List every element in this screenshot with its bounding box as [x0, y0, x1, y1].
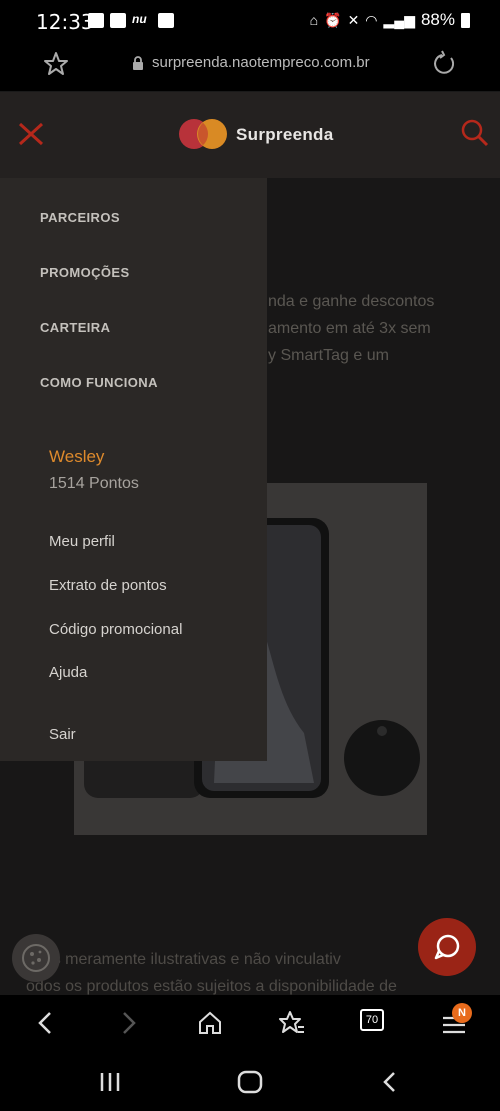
back-icon[interactable] — [32, 1009, 60, 1037]
user-name: Wesley — [49, 447, 105, 466]
back-nav-icon[interactable] — [380, 1071, 400, 1093]
nav-parceiros[interactable]: PARCEIROS — [40, 210, 120, 225]
logout-link[interactable]: Sair — [49, 726, 76, 743]
search-icon[interactable] — [460, 118, 490, 148]
brand-name: Surpreenda — [236, 125, 334, 144]
brand-logo[interactable] — [178, 118, 228, 150]
home-icon[interactable] — [196, 1009, 224, 1037]
bookmarks-icon[interactable] — [278, 1009, 306, 1037]
description-line: y SmartTag e um — [268, 347, 389, 364]
forward-icon[interactable] — [114, 1009, 142, 1037]
status-bar: 12:33 nu ⌂ ⏰ ✕ ◠ ▂▄▆ 88% — [0, 0, 500, 42]
home-nav-icon[interactable] — [237, 1070, 263, 1094]
alarm-icon: ⏰ — [324, 11, 342, 28]
system-status: ⌂ ⏰ ✕ ◠ ▂▄▆ 88% — [310, 10, 470, 30]
wifi-icon: ◠ — [365, 11, 378, 28]
nav-promocoes[interactable]: PROMOÇÕES — [40, 265, 130, 280]
status-time: 12:33 — [36, 10, 94, 34]
parking-icon — [110, 13, 126, 28]
bookmark-star-icon[interactable] — [42, 50, 70, 78]
battery-icon — [461, 12, 470, 28]
menu-extrato-de-pontos[interactable]: Extrato de pontos — [49, 577, 167, 594]
product-description: nda e ganhe descontos amento em até 3x s… — [268, 288, 468, 369]
address-bar: surpreenda.naotempreco.com.br — [0, 42, 500, 92]
chat-button[interactable] — [418, 918, 476, 976]
menu-meu-perfil[interactable]: Meu perfil — [49, 533, 115, 550]
cookie-icon — [22, 944, 50, 972]
browser-toolbar: 70 — [0, 995, 500, 1053]
battery-percent: 88% — [420, 10, 455, 29]
nav-como-funciona[interactable]: COMO FUNCIONA — [40, 375, 158, 390]
lock-icon — [133, 55, 143, 70]
tabs-button[interactable]: 70 — [360, 1009, 388, 1037]
lock-status-icon: ⌂ — [309, 12, 319, 28]
chat-icon — [434, 934, 460, 960]
notification-icons: nu — [88, 12, 174, 28]
notification-app-icon — [88, 13, 104, 28]
recents-icon[interactable] — [98, 1071, 122, 1093]
gallery-icon — [158, 13, 174, 28]
mute-icon: ✕ — [347, 11, 360, 28]
user-points: 1514 Pontos — [49, 475, 139, 492]
nubank-icon: nu — [132, 12, 147, 26]
signal-icon: ▂▄▆ — [383, 11, 415, 28]
menu-ajuda[interactable]: Ajuda — [49, 664, 87, 681]
nav-carteira[interactable]: CARTEIRA — [40, 320, 110, 335]
menu-badge: N — [452, 1003, 472, 1023]
menu-drawer: PARCEIROS PROMOÇÕES CARTEIRA COMO FUNCIO… — [0, 178, 267, 761]
description-line: amento em até 3x sem — [268, 320, 431, 337]
reload-icon[interactable] — [430, 50, 458, 78]
close-menu-icon[interactable] — [16, 118, 46, 148]
url-text: surpreenda.naotempreco.com.br — [152, 54, 370, 71]
tab-count: 70 — [360, 1009, 384, 1031]
description-line: nda e ganhe descontos — [268, 293, 435, 310]
url-field[interactable]: surpreenda.naotempreco.com.br — [132, 54, 370, 71]
cookie-settings-button[interactable] — [12, 934, 60, 982]
menu-codigo-promocional[interactable]: Código promocional — [49, 621, 182, 638]
android-nav-bar — [0, 1053, 500, 1111]
